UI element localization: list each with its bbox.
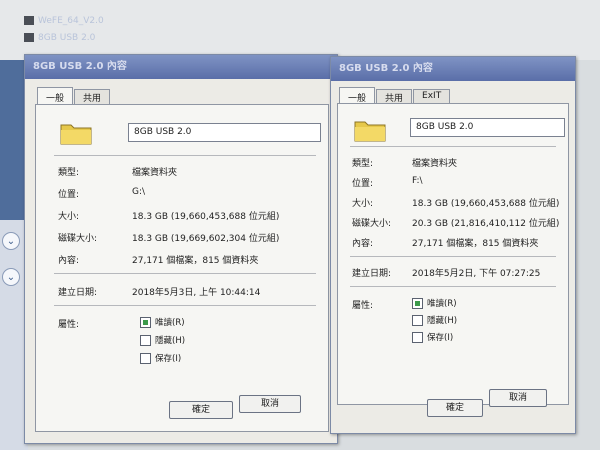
drive-icon [24, 33, 34, 42]
attributes-label: 屬性: [58, 320, 80, 330]
cancel-button[interactable]: 取消 [489, 389, 547, 407]
size-on-disk-value: 20.3 GB (21,816,410,112 位元組) [412, 219, 560, 229]
desktop-area [0, 0, 600, 60]
size-label: 大小: [352, 199, 374, 209]
tab-general[interactable]: 一般 [37, 87, 74, 105]
created-value: 2018年5月3日, 上午 10:44:14 [132, 288, 261, 298]
type-value: 檔案資料夾 [132, 168, 178, 178]
size-on-disk-label: 磁碟大小: [58, 234, 98, 244]
folder-name-field[interactable]: 8GB USB 2.0 [410, 118, 565, 137]
created-label: 建立日期: [352, 269, 392, 279]
desktop-file-item[interactable]: 8GB USB 2.0 [24, 31, 144, 44]
checkbox-label: 隱藏(H) [427, 316, 458, 326]
file-icon [24, 16, 34, 25]
general-panel: 8GB USB 2.0 類型: 檔案資料夾 位置: F:\ 大小: 18.3 G… [337, 103, 569, 405]
checkbox-label: 保存(I) [427, 333, 454, 343]
created-value: 2018年5月2日, 下午 07:27:25 [412, 269, 541, 279]
checkbox-label: 保存(I) [155, 354, 182, 364]
size-on-disk-value: 18.3 GB (19,669,602,304 位元組) [132, 234, 280, 244]
tab-sharing[interactable]: 共用 [74, 89, 111, 105]
contains-value: 27,171 個檔案，815 個資料夾 [132, 256, 259, 266]
size-value: 18.3 GB (19,660,453,688 位元組) [412, 199, 560, 209]
general-panel: 8GB USB 2.0 類型: 檔案資料夾 位置: G:\ 大小: 18.3 G… [35, 104, 329, 432]
chevron-down-icon[interactable]: ⌄ [2, 232, 20, 250]
folder-icon [60, 124, 92, 145]
checkbox-label: 唯讀(R) [427, 299, 457, 309]
readonly-checkbox[interactable]: 唯讀(R) [412, 297, 457, 309]
checkbox-label: 唯讀(R) [155, 318, 185, 328]
size-on-disk-label: 磁碟大小: [352, 219, 392, 229]
right-properties-window: 8GB USB 2.0 內容 一般 共用 ExIT 8GB USB 2.0 類型… [330, 56, 576, 434]
location-value: G:\ [132, 187, 146, 197]
archive-checkbox[interactable]: 保存(I) [140, 352, 181, 364]
folder-icon [354, 121, 386, 142]
divider [54, 273, 316, 274]
chevron-down-icon[interactable]: ⌄ [2, 268, 20, 286]
tab-bar: 一般 共用 [37, 87, 111, 105]
cancel-button[interactable]: 取消 [239, 395, 301, 413]
checkbox-checked-icon [412, 297, 423, 309]
divider [350, 286, 556, 287]
left-properties-window: 8GB USB 2.0 內容 一般 共用 8GB USB 2.0 類型: 檔案資… [24, 54, 338, 444]
location-label: 位置: [58, 190, 80, 200]
type-label: 類型: [352, 159, 374, 169]
contains-value: 27,171 個檔案，815 個資料夾 [412, 239, 539, 249]
contains-label: 內容: [58, 256, 80, 266]
desktop-file-item[interactable]: WeFE_64_V2.0 [24, 14, 144, 27]
divider [54, 155, 316, 156]
contains-label: 內容: [352, 239, 374, 249]
desktop-file-label: WeFE_64_V2.0 [38, 15, 104, 26]
created-label: 建立日期: [58, 288, 98, 298]
hidden-checkbox[interactable]: 隱藏(H) [412, 314, 457, 326]
attributes-label: 屬性: [352, 301, 374, 311]
checkbox-icon [140, 334, 151, 346]
size-value: 18.3 GB (19,660,453,688 位元組) [132, 212, 280, 222]
checkbox-icon [412, 331, 423, 343]
ok-button[interactable]: 確定 [169, 401, 233, 419]
divider [350, 146, 556, 147]
window-title: 8GB USB 2.0 內容 [25, 55, 337, 79]
location-label: 位置: [352, 179, 374, 189]
checkbox-icon [412, 314, 423, 326]
location-value: F:\ [412, 176, 423, 186]
divider [54, 305, 316, 306]
readonly-checkbox[interactable]: 唯讀(R) [140, 316, 185, 328]
ok-button[interactable]: 確定 [427, 399, 483, 417]
hidden-checkbox[interactable]: 隱藏(H) [140, 334, 185, 346]
folder-name-field[interactable]: 8GB USB 2.0 [128, 123, 321, 142]
checkbox-checked-icon [140, 316, 151, 328]
desktop-file-label: 8GB USB 2.0 [38, 32, 96, 43]
checkbox-label: 隱藏(H) [155, 336, 186, 346]
type-label: 類型: [58, 168, 80, 178]
divider [350, 256, 556, 257]
type-value: 檔案資料夾 [412, 159, 458, 169]
size-label: 大小: [58, 212, 80, 222]
window-title: 8GB USB 2.0 內容 [331, 57, 575, 81]
checkbox-icon [140, 352, 151, 364]
archive-checkbox[interactable]: 保存(I) [412, 331, 453, 343]
